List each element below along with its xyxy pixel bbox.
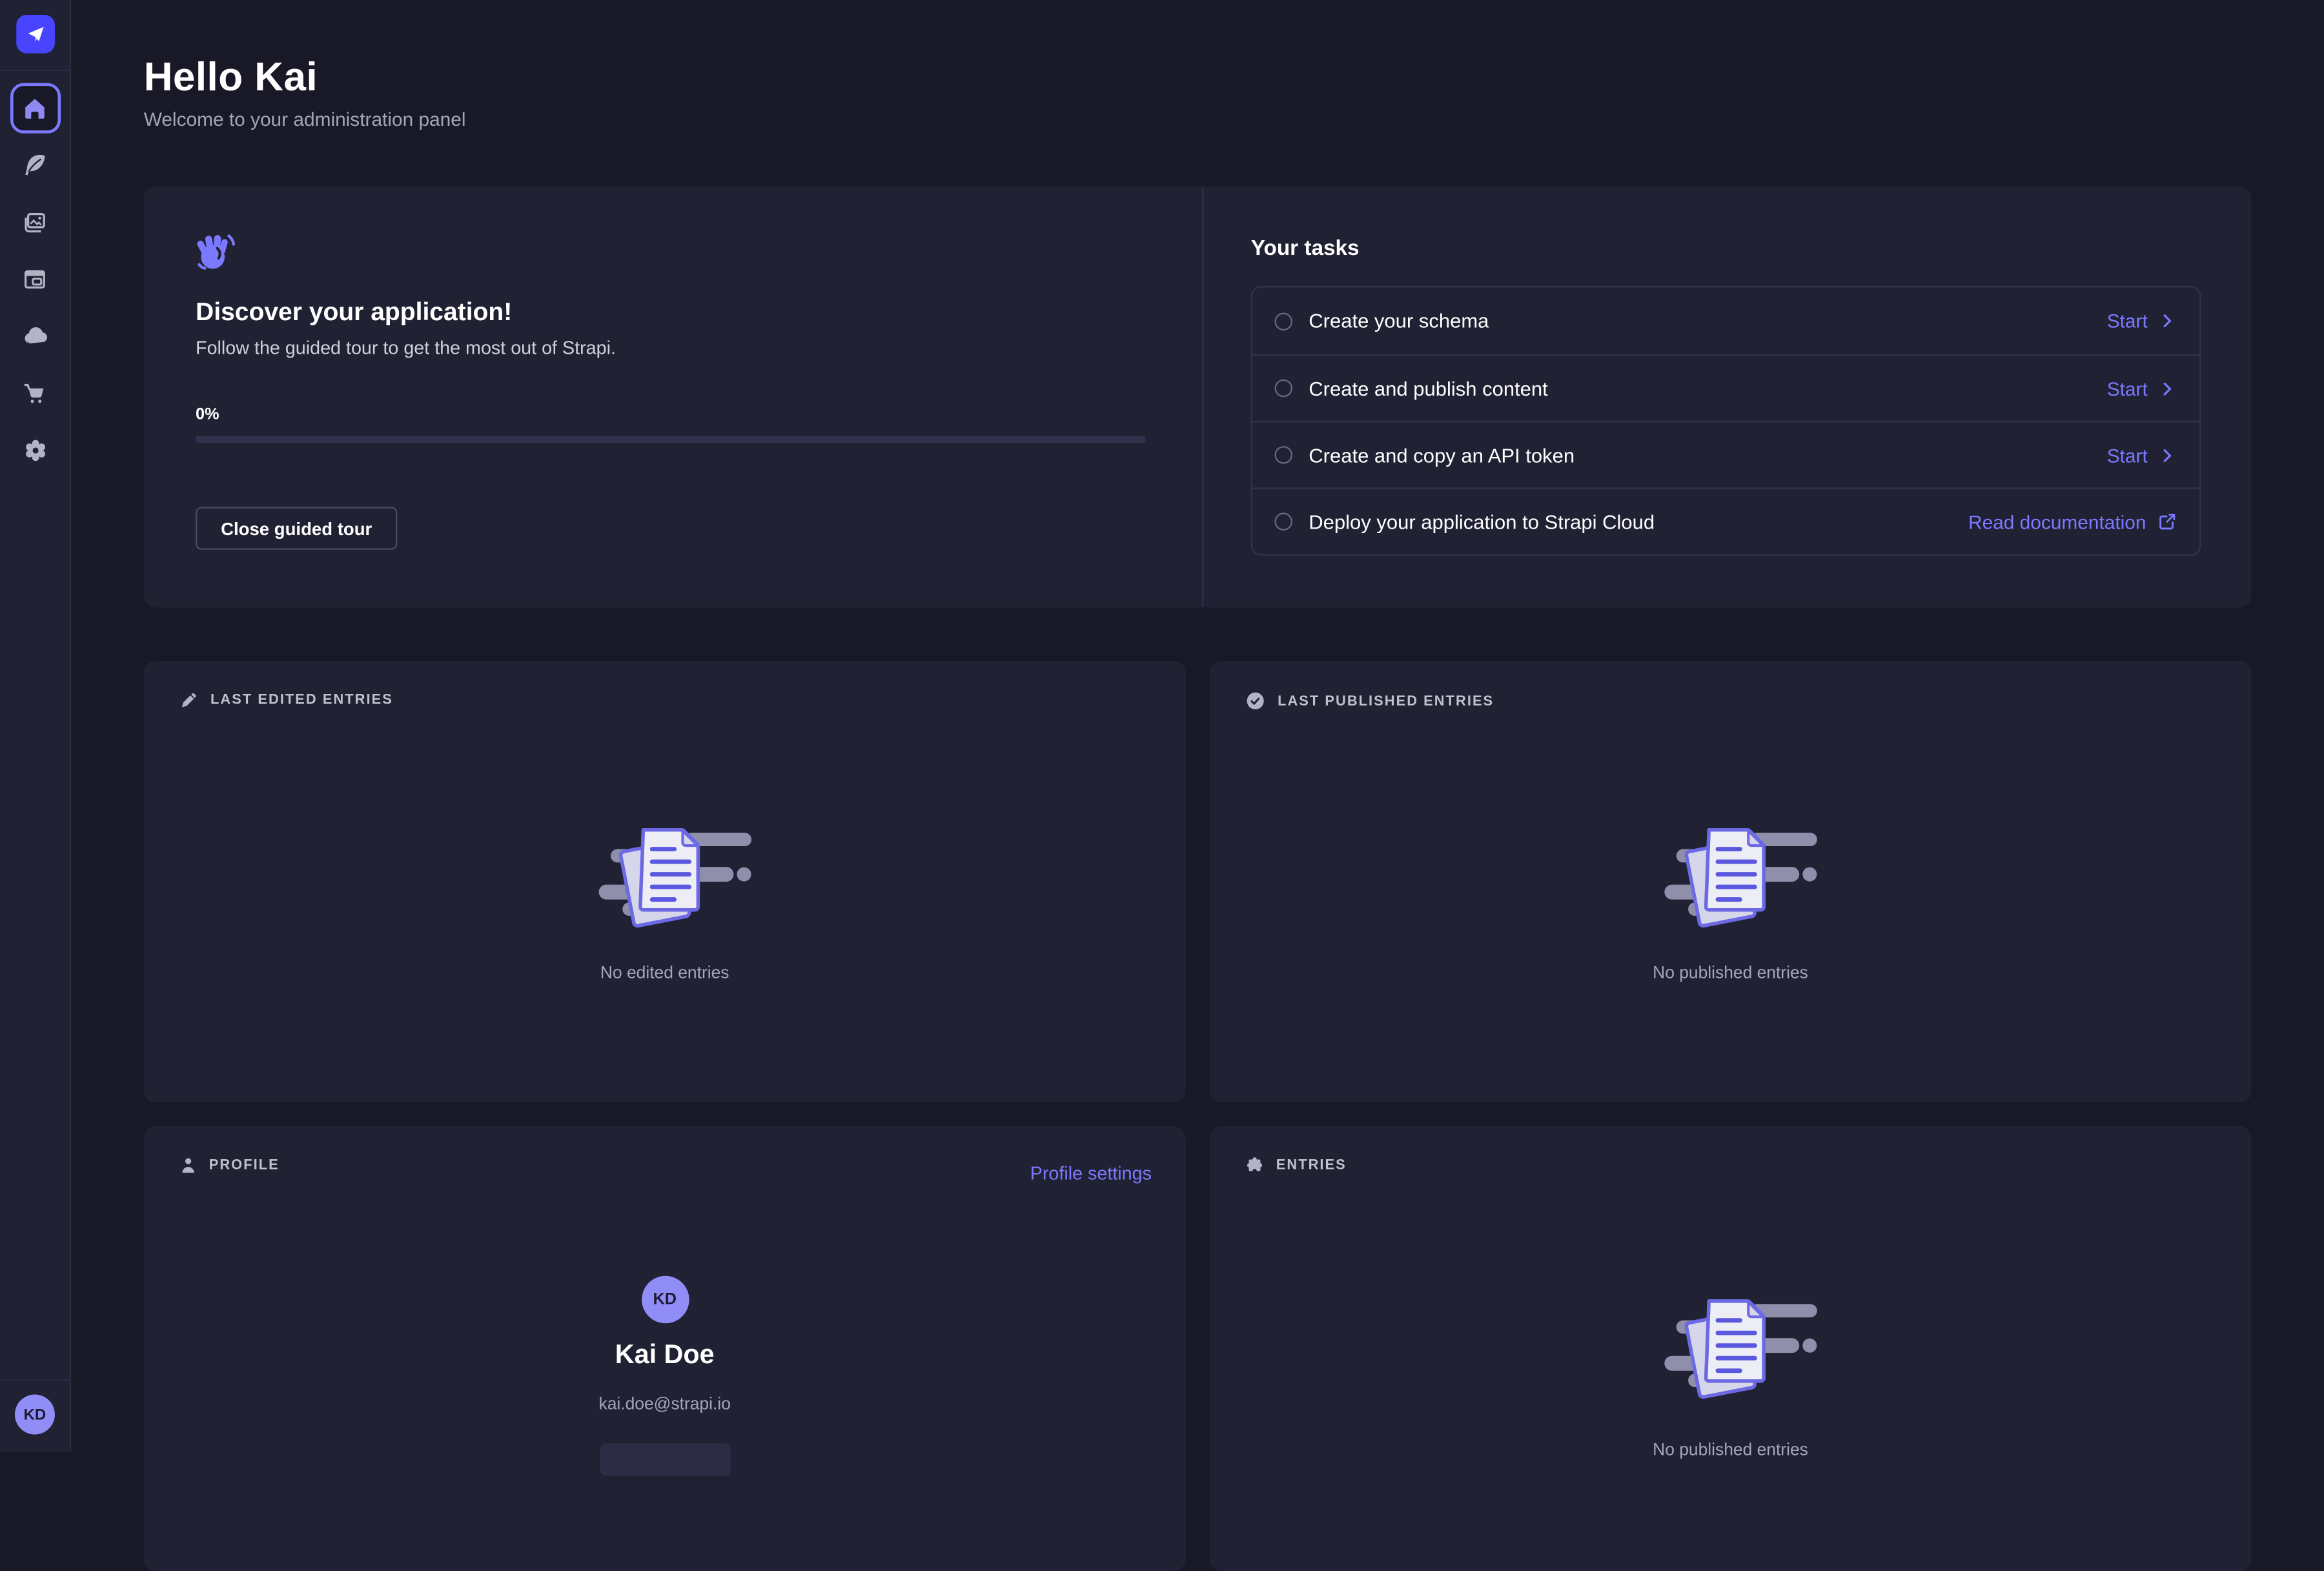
documents-illustration	[1643, 815, 1818, 927]
task-label: Create and publish content	[1309, 377, 1548, 399]
sidebar-item-content-type-builder[interactable]	[10, 140, 60, 190]
last-published-entries-card: LAST PUBLISHED ENTRIES No published entr…	[1209, 661, 2251, 1102]
profile-avatar: KD	[641, 1276, 688, 1323]
strapi-admin-dashboard: KD Hello Kai Welcome to your administrat…	[0, 0, 2324, 1452]
task-start-link[interactable]: Start	[2107, 377, 2177, 399]
cloud-icon	[21, 323, 48, 350]
guided-tour-description: Follow the guided tour to get the most o…	[196, 338, 616, 358]
marketplace-cart-icon	[22, 381, 47, 406]
card-divider	[1202, 187, 1203, 607]
content-manager-icon	[22, 267, 47, 292]
guided-tour-progress-label: 0%	[196, 406, 219, 424]
settings-gear-icon	[21, 437, 48, 463]
task-status-circle-icon	[1274, 446, 1292, 464]
card-header: LAST PUBLISHED ENTRIES	[1245, 691, 1494, 711]
close-guided-tour-button[interactable]: Close guided tour	[196, 507, 397, 550]
pencil-icon	[179, 691, 199, 710]
task-action-label: Start	[2107, 310, 2148, 332]
media-library-icon	[22, 210, 47, 235]
card-title: LAST PUBLISHED ENTRIES	[1278, 693, 1494, 709]
card-header: LAST EDITED ENTRIES	[179, 691, 393, 710]
profile-settings-link[interactable]: Profile settings	[1030, 1163, 1152, 1184]
sidebar-item-marketplace[interactable]	[10, 369, 60, 419]
sidebar-item-settings[interactable]	[10, 425, 60, 476]
documents-illustration	[1643, 1286, 1818, 1399]
puzzle-icon	[1245, 1156, 1265, 1175]
task-action-label: Start	[2107, 444, 2148, 466]
task-row-create-schema: Create your schema Start	[1252, 287, 2199, 354]
task-label: Deploy your application to Strapi Cloud	[1309, 511, 1655, 532]
home-icon	[22, 96, 47, 121]
entries-card: ENTRIES No published entries	[1209, 1126, 2251, 1571]
task-label: Create your schema	[1309, 310, 1489, 332]
card-title: LAST EDITED ENTRIES	[210, 692, 393, 708]
chevron-right-icon	[2158, 445, 2177, 465]
task-action-label: Read documentation	[1968, 511, 2146, 532]
task-row-create-api-token: Create and copy an API token Start	[1252, 421, 2199, 487]
sidebar-item-media-library[interactable]	[10, 197, 60, 247]
task-label: Create and copy an API token	[1309, 444, 1575, 466]
tasks-list: Create your schema Start Create and publ…	[1251, 286, 2201, 556]
profile-card: PROFILE Profile settings KD Kai Doe kai.…	[144, 1126, 1186, 1571]
task-action-label: Start	[2107, 377, 2148, 399]
sidebar-item-content-manager[interactable]	[10, 254, 60, 305]
profile-role-badge	[600, 1443, 730, 1476]
card-header: ENTRIES	[1245, 1156, 1347, 1175]
sidebar-divider	[0, 70, 70, 71]
external-link-icon	[2157, 511, 2177, 532]
check-circle-icon	[1245, 691, 1266, 711]
page-title: Hello Kai	[144, 55, 318, 101]
page-subtitle: Welcome to your administration panel	[144, 108, 466, 130]
feather-icon	[22, 152, 47, 177]
sidebar: KD	[0, 0, 71, 1452]
person-icon	[179, 1156, 198, 1175]
guided-tour-card: Discover your application! Follow the gu…	[144, 187, 2252, 607]
guided-tour-title: Discover your application!	[196, 298, 512, 327]
empty-state-message: No edited entries	[144, 965, 1186, 983]
sidebar-item-cloud[interactable]	[10, 311, 60, 361]
documents-illustration	[577, 815, 752, 927]
empty-state-message: No published entries	[1209, 1442, 2251, 1460]
empty-state-message: No published entries	[1209, 965, 2251, 983]
task-start-link[interactable]: Start	[2107, 444, 2177, 466]
tasks-title: Your tasks	[1251, 237, 1360, 261]
strapi-logo-glyph	[24, 22, 48, 46]
user-avatar[interactable]: KD	[15, 1394, 55, 1434]
strapi-logo-icon[interactable]	[16, 15, 55, 54]
task-status-circle-icon	[1274, 312, 1292, 330]
task-start-link[interactable]: Start	[2107, 310, 2177, 332]
profile-name: Kai Doe	[144, 1340, 1186, 1371]
card-title: ENTRIES	[1276, 1157, 1347, 1173]
sidebar-item-home[interactable]	[10, 83, 60, 134]
task-status-circle-icon	[1274, 512, 1292, 531]
last-edited-entries-card: LAST EDITED ENTRIES No edited entries	[144, 661, 1186, 1102]
profile-email: kai.doe@strapi.io	[144, 1396, 1186, 1414]
task-status-circle-icon	[1274, 380, 1292, 398]
card-header: PROFILE	[179, 1156, 280, 1175]
sidebar-divider-bottom	[0, 1379, 70, 1381]
sidebar-nav	[0, 83, 70, 476]
chevron-right-icon	[2158, 379, 2177, 398]
waving-hand-icon	[194, 232, 236, 272]
card-title: PROFILE	[209, 1157, 280, 1173]
read-documentation-link[interactable]: Read documentation	[1968, 511, 2177, 532]
chevron-right-icon	[2158, 311, 2177, 330]
guided-tour-progress-bar	[196, 436, 1146, 443]
task-row-create-publish-content: Create and publish content Start	[1252, 354, 2199, 421]
task-row-deploy-strapi-cloud: Deploy your application to Strapi Cloud …	[1252, 487, 2199, 554]
